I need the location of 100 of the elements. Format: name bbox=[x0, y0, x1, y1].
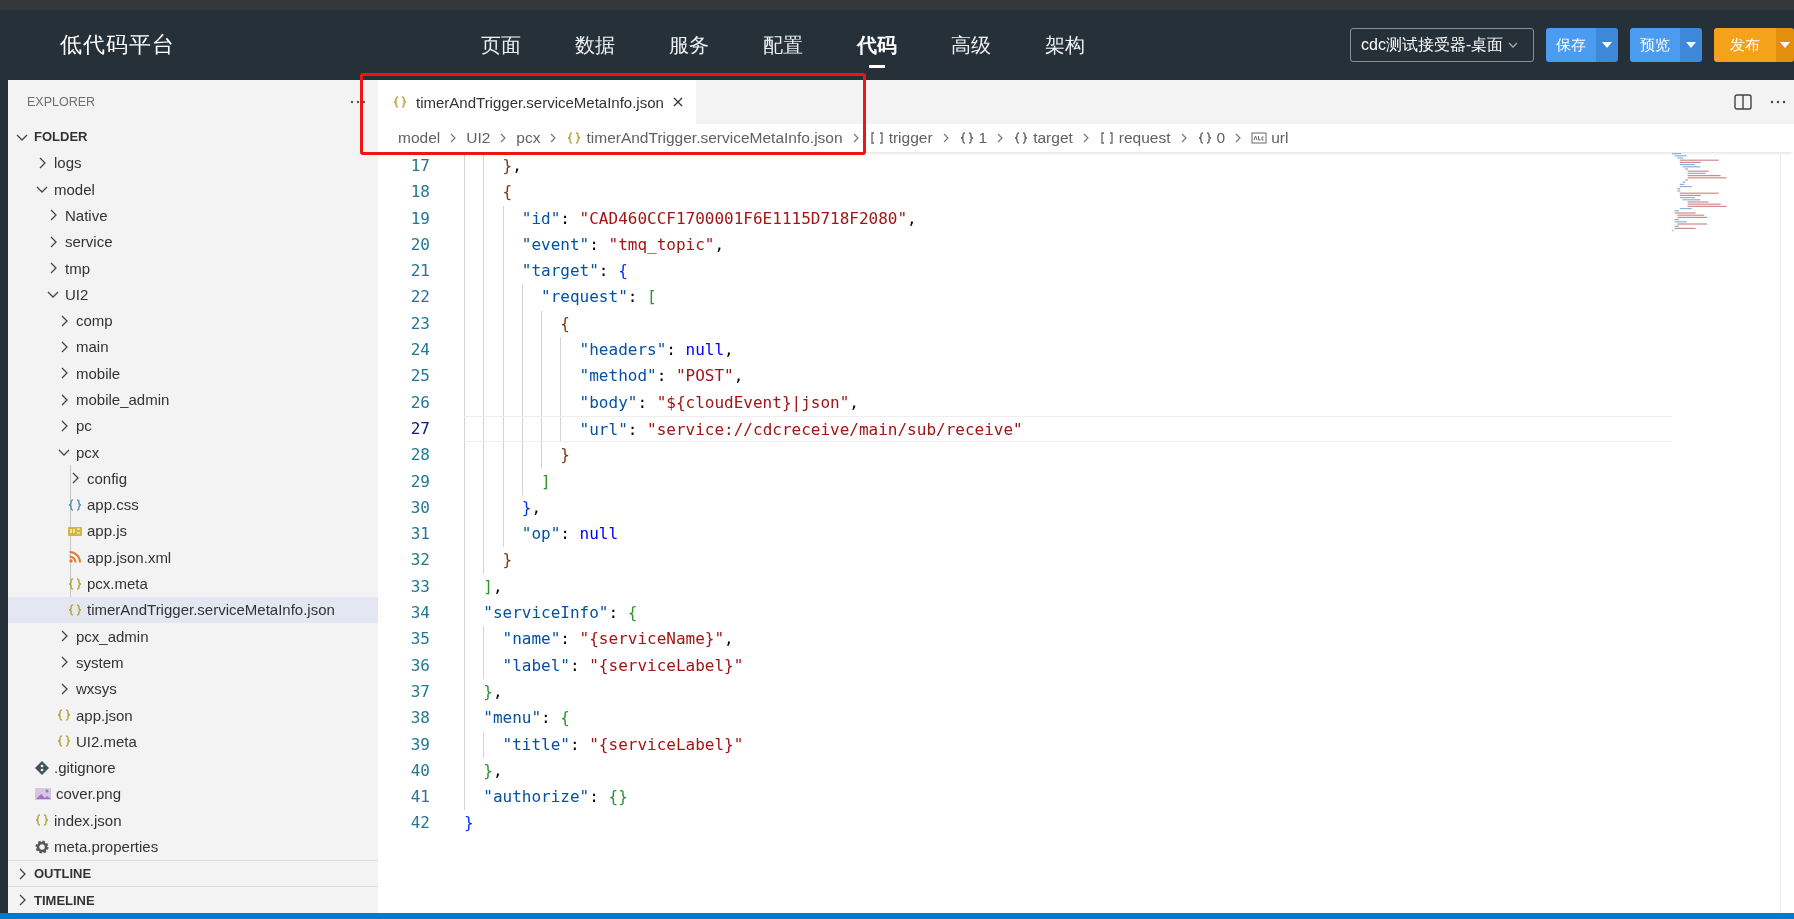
file-item[interactable]: meta.properties bbox=[8, 833, 378, 860]
image-icon bbox=[34, 785, 52, 802]
panel-title: EXPLORER bbox=[27, 94, 96, 109]
breadcrumb[interactable]: trigger bbox=[868, 129, 933, 147]
breadcrumb[interactable]: url bbox=[1251, 129, 1289, 147]
folder-item[interactable]: model bbox=[8, 176, 378, 203]
close-icon bbox=[671, 96, 684, 108]
breadcrumb[interactable]: target bbox=[1013, 129, 1073, 147]
section-header[interactable]: TIMELINE bbox=[8, 886, 378, 913]
line-number: 39 bbox=[409, 733, 431, 756]
braces-icon bbox=[1196, 130, 1213, 146]
code-line: { bbox=[464, 179, 513, 206]
code-line: "name": "{serviceName}", bbox=[464, 626, 734, 653]
nav-tab[interactable]: 配置 bbox=[736, 17, 830, 73]
braces-icon bbox=[1013, 130, 1030, 146]
file-item[interactable]: .gitignore bbox=[8, 754, 378, 781]
line-number: 29 bbox=[409, 470, 431, 493]
file-item[interactable]: index.json bbox=[8, 807, 378, 834]
project-select[interactable]: cdc测试接受器-桌面 bbox=[1350, 28, 1534, 62]
caret-icon bbox=[1602, 41, 1612, 49]
breadcrumb[interactable]: timerAndTrigger.serviceMetaInfo.json bbox=[566, 129, 843, 147]
file-item[interactable]: timerAndTrigger.serviceMetaInfo.json bbox=[8, 596, 378, 624]
code-line: "request": [ bbox=[464, 284, 657, 311]
folder-item[interactable]: wxsys bbox=[8, 675, 378, 702]
folder-item[interactable]: FOLDER bbox=[8, 123, 378, 150]
file-item[interactable]: UI2.meta bbox=[8, 728, 378, 755]
code-line: { bbox=[464, 310, 570, 338]
nav-tab[interactable]: 页面 bbox=[454, 17, 548, 73]
section-header[interactable]: OUTLINE bbox=[8, 859, 378, 887]
folder-item[interactable]: service bbox=[8, 228, 378, 255]
folder-item[interactable]: logs bbox=[8, 149, 378, 176]
breadcrumb[interactable]: 1 bbox=[958, 129, 988, 147]
folder-item[interactable]: Native bbox=[8, 202, 378, 229]
folder-item[interactable]: main bbox=[8, 333, 378, 361]
line-number: 22 bbox=[409, 286, 431, 309]
editor-tab[interactable]: timerAndTrigger.serviceMetaInfo.json bbox=[378, 80, 696, 124]
braces-icon bbox=[56, 707, 72, 724]
line-number: 37 bbox=[409, 680, 431, 703]
folder-item[interactable]: pcx bbox=[8, 438, 378, 466]
nav-tab[interactable]: 架构 bbox=[1018, 17, 1112, 73]
braces-icon bbox=[67, 601, 83, 618]
folder-item[interactable]: tmp bbox=[8, 254, 378, 282]
code-line: "title": "{serviceLabel}" bbox=[464, 731, 744, 758]
line-number: 34 bbox=[409, 602, 431, 625]
line-number: 24 bbox=[409, 339, 431, 362]
folder-item[interactable]: pc bbox=[8, 412, 378, 439]
folder-item[interactable]: mobile_admin bbox=[8, 386, 378, 413]
folder-item[interactable]: pcx_admin bbox=[8, 623, 378, 650]
code-line: "menu": { bbox=[464, 705, 570, 732]
folder-item[interactable]: mobile bbox=[8, 360, 378, 387]
dropdown-button[interactable] bbox=[1596, 28, 1618, 62]
code-line: "label": "{serviceLabel}" bbox=[464, 652, 744, 679]
nav-tab[interactable]: 服务 bbox=[642, 17, 736, 73]
folder-item[interactable]: config bbox=[8, 465, 378, 492]
line-number: 19 bbox=[409, 207, 431, 230]
dropdown-button[interactable] bbox=[1680, 28, 1702, 62]
file-item[interactable]: app.json bbox=[8, 701, 378, 729]
nav-tab[interactable]: 数据 bbox=[548, 17, 642, 73]
more-icon bbox=[1770, 99, 1786, 105]
breadcrumb[interactable]: UI2 bbox=[466, 129, 491, 147]
line-number: 41 bbox=[409, 786, 431, 809]
file-item[interactable]: cover.png bbox=[8, 780, 378, 808]
nav-tab[interactable]: 高级 bbox=[924, 17, 1018, 73]
line-number: 18 bbox=[409, 181, 431, 204]
folder-item[interactable]: system bbox=[8, 649, 378, 676]
more-icon bbox=[350, 98, 366, 105]
line-number: 35 bbox=[409, 628, 431, 651]
breadcrumb[interactable]: 0 bbox=[1196, 129, 1226, 147]
file-item[interactable]: pcx.meta bbox=[8, 570, 378, 597]
breadcrumb[interactable]: pcx bbox=[516, 129, 541, 147]
code-line: } bbox=[464, 442, 570, 469]
dropdown-button[interactable] bbox=[1776, 28, 1794, 62]
file-item[interactable]: app.json.xml bbox=[8, 544, 378, 571]
line-number: 20 bbox=[409, 233, 431, 256]
line-number: 33 bbox=[409, 575, 431, 598]
file-item[interactable]: app.js bbox=[8, 517, 378, 545]
code-line: } bbox=[464, 812, 474, 835]
code-line: "authorize": {} bbox=[464, 784, 628, 811]
code-line: "event": "tmq_topic", bbox=[464, 231, 725, 259]
line-number: 31 bbox=[409, 523, 431, 546]
gear-icon bbox=[34, 838, 50, 855]
braces-icon bbox=[34, 812, 50, 829]
folder-item[interactable]: UI2 bbox=[8, 281, 378, 308]
feed-icon bbox=[67, 549, 83, 566]
breadcrumb[interactable]: request bbox=[1098, 129, 1171, 147]
line-number: 17 bbox=[409, 155, 431, 177]
file-item[interactable]: app.css bbox=[8, 491, 378, 518]
split-editor-icon bbox=[1734, 94, 1752, 110]
code-line: "target": { bbox=[464, 258, 628, 285]
braces-icon bbox=[56, 733, 72, 750]
folder-item[interactable]: comp bbox=[8, 307, 378, 334]
line-number: 21 bbox=[409, 260, 431, 283]
line-number: 38 bbox=[409, 707, 431, 730]
braces-icon bbox=[958, 130, 975, 146]
line-number: 28 bbox=[409, 444, 431, 467]
code-line: "method": "POST", bbox=[464, 363, 744, 390]
code-line: "url": "service://cdcreceive/main/sub/receive" bbox=[464, 416, 1023, 442]
code-line: } bbox=[464, 547, 513, 574]
app-title: 低代码平台 bbox=[60, 31, 176, 59]
breadcrumb[interactable]: model bbox=[398, 129, 441, 147]
